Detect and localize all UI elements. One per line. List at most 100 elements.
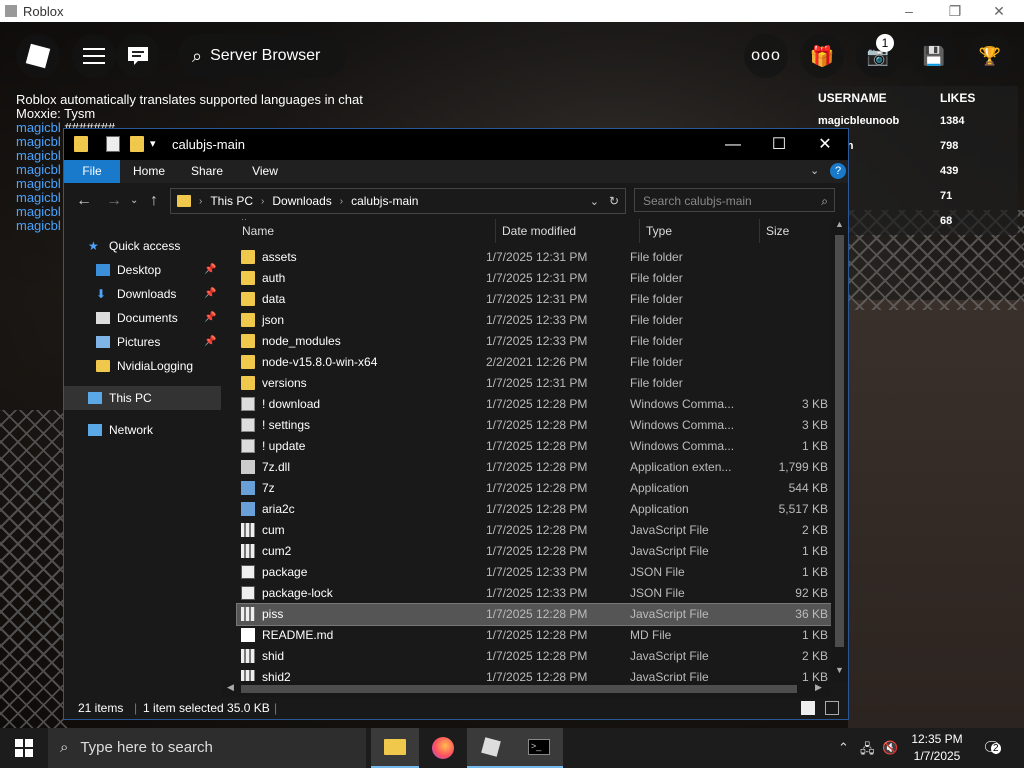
file-row[interactable]: json 1/7/2025 12:33 PM File folder: [237, 310, 831, 331]
scrollbar-thumb[interactable]: [835, 235, 844, 647]
customize-toolbar-icon[interactable]: ▾: [150, 137, 156, 150]
file-row[interactable]: shid2 1/7/2025 12:28 PM JavaScript File 1 K…: [237, 667, 831, 681]
file-row[interactable]: cum2 1/7/2025 12:28 PM JavaScript File 1 KB: [237, 541, 831, 562]
gift-button[interactable]: 🎁: [800, 34, 844, 78]
file-row[interactable]: node_modules 1/7/2025 12:33 PM File folder: [237, 331, 831, 352]
terminal-taskbar-button[interactable]: >_: [515, 728, 563, 768]
file-row[interactable]: package 1/7/2025 12:33 PM JSON File 1 KB: [237, 562, 831, 583]
nav-item-network[interactable]: Network: [64, 418, 221, 442]
scroll-right-icon[interactable]: ▶: [815, 682, 822, 693]
scroll-left-icon[interactable]: ◀: [227, 682, 234, 693]
file-row[interactable]: 7z.dll 1/7/2025 12:28 PM Application exten…: [237, 457, 831, 478]
details-view-icon[interactable]: [801, 701, 815, 715]
file-row[interactable]: 7z 1/7/2025 12:28 PM Application 544 KB: [237, 478, 831, 499]
tab-home[interactable]: Home: [126, 160, 172, 183]
file-row[interactable]: README.md 1/7/2025 12:28 PM MD File 1 KB: [237, 625, 831, 646]
explorer-title-bar[interactable]: ▾ calubjs-main — ☐ ✕: [64, 129, 848, 160]
chat-button[interactable]: [116, 34, 160, 78]
show-hidden-icons-icon[interactable]: ⌃: [838, 740, 849, 756]
close-button[interactable]: ✕: [976, 0, 1022, 22]
large-icons-view-icon[interactable]: [825, 701, 839, 715]
file-explorer-taskbar-button[interactable]: [371, 728, 419, 768]
up-icon[interactable]: ↑: [150, 192, 158, 210]
file-row[interactable]: package-lock 1/7/2025 12:33 PM JSON File 92…: [237, 583, 831, 604]
file-row[interactable]: shid 1/7/2025 12:28 PM JavaScript File 2 KB: [237, 646, 831, 667]
nav-item-downloads[interactable]: ⬇ Downloads 📌: [64, 282, 221, 306]
maximize-button[interactable]: ☐: [756, 129, 802, 160]
new-folder-icon[interactable]: [130, 136, 144, 152]
volume-muted-icon[interactable]: 🔇: [882, 740, 898, 756]
close-button[interactable]: ✕: [802, 129, 848, 160]
search-icon[interactable]: ⌕: [821, 189, 828, 213]
column-divider[interactable]: [639, 219, 640, 243]
file-size: 1 KB: [801, 670, 828, 681]
column-type[interactable]: Type: [646, 224, 672, 238]
address-bar[interactable]: › This PC › Downloads › calubjs-main ⌄ ↻: [170, 188, 626, 214]
breadcrumb-downloads[interactable]: Downloads: [272, 194, 331, 208]
column-divider[interactable]: [495, 219, 496, 243]
nav-item-quick-access[interactable]: ★ Quick access: [64, 234, 221, 258]
breadcrumb-separator-icon[interactable]: ›: [340, 196, 343, 207]
save-button[interactable]: 💾: [912, 34, 956, 78]
recent-locations-icon[interactable]: ⌄: [130, 195, 138, 206]
file-row[interactable]: versions 1/7/2025 12:31 PM File folder: [237, 373, 831, 394]
vertical-scrollbar[interactable]: ▲ ▼: [831, 219, 848, 681]
system-clock[interactable]: 12:35 PM 1/7/2025: [902, 731, 972, 765]
file-explorer-window[interactable]: ▾ calubjs-main — ☐ ✕ File Home Share Vie…: [63, 128, 849, 720]
ellipsis-icon: ooo: [751, 47, 781, 64]
file-row[interactable]: cum 1/7/2025 12:28 PM JavaScript File 2 KB: [237, 520, 831, 541]
network-icon[interactable]: 🖧: [860, 740, 875, 762]
help-icon[interactable]: ?: [830, 163, 846, 179]
tab-view[interactable]: View: [242, 160, 288, 183]
nav-item-this-pc[interactable]: This PC: [64, 386, 221, 410]
server-browser-button[interactable]: ⌕ Server Browser: [178, 34, 346, 78]
column-date[interactable]: Date modified: [502, 224, 576, 238]
file-row[interactable]: node-v15.8.0-win-x64 2/2/2021 12:26 PM Fil…: [237, 352, 831, 373]
file-row[interactable]: data 1/7/2025 12:31 PM File folder: [237, 289, 831, 310]
minimize-button[interactable]: –: [886, 0, 932, 22]
taskbar-search-input[interactable]: ⌕ Type here to search: [48, 728, 366, 768]
breadcrumb-this-pc[interactable]: This PC: [210, 194, 253, 208]
file-row[interactable]: auth 1/7/2025 12:31 PM File folder: [237, 268, 831, 289]
horizontal-scrollbar[interactable]: ◀ ▶: [221, 681, 831, 697]
roblox-menu-button[interactable]: [16, 34, 60, 78]
scroll-up-icon[interactable]: ▲: [835, 219, 844, 229]
firefox-taskbar-button[interactable]: [419, 728, 467, 768]
minimize-button[interactable]: —: [710, 129, 756, 160]
nav-item-nvidialogging[interactable]: NvidiaLogging: [64, 354, 221, 378]
column-size[interactable]: Size: [766, 224, 789, 238]
refresh-icon[interactable]: ↻: [609, 194, 619, 208]
nav-item-documents[interactable]: Documents 📌: [64, 306, 221, 330]
scroll-down-icon[interactable]: ▼: [835, 665, 844, 675]
notifications-button[interactable]: 🗨 2: [982, 738, 1002, 757]
nav-item-desktop[interactable]: Desktop 📌: [64, 258, 221, 282]
breadcrumb-separator-icon[interactable]: ›: [199, 196, 202, 207]
column-name[interactable]: Name: [242, 224, 274, 238]
expand-ribbon-icon[interactable]: ⌄: [810, 164, 819, 177]
column-divider[interactable]: [759, 219, 760, 243]
file-row[interactable]: ! settings 1/7/2025 12:28 PM Windows Comma…: [237, 415, 831, 436]
hamburger-menu-button[interactable]: [72, 34, 116, 78]
breadcrumb-current[interactable]: calubjs-main: [351, 194, 418, 208]
nav-item-pictures[interactable]: Pictures 📌: [64, 330, 221, 354]
forward-icon[interactable]: →: [106, 192, 122, 210]
breadcrumb-separator-icon[interactable]: ›: [261, 196, 264, 207]
file-row[interactable]: assets 1/7/2025 12:31 PM File folder: [237, 247, 831, 268]
leaderboard-button[interactable]: 🏆: [968, 34, 1012, 78]
maximize-button[interactable]: ❐: [932, 0, 978, 22]
file-row[interactable]: aria2c 1/7/2025 12:28 PM Application 5,517 …: [237, 499, 831, 520]
address-dropdown-icon[interactable]: ⌄: [590, 195, 599, 208]
tab-file[interactable]: File: [64, 160, 120, 183]
scrollbar-thumb[interactable]: [241, 685, 797, 693]
tab-share[interactable]: Share: [184, 160, 230, 183]
properties-icon[interactable]: [106, 136, 120, 152]
search-input[interactable]: Search calubjs-main ⌕: [634, 188, 835, 212]
file-row[interactable]: ! update 1/7/2025 12:28 PM Windows Comma..…: [237, 436, 831, 457]
roblox-taskbar-button[interactable]: [467, 728, 515, 768]
file-row[interactable]: ! download 1/7/2025 12:28 PM Windows Comma…: [237, 394, 831, 415]
back-icon[interactable]: ←: [76, 192, 92, 210]
more-button[interactable]: ooo: [744, 34, 788, 78]
start-button[interactable]: [0, 728, 48, 768]
search-placeholder: Search calubjs-main: [643, 194, 752, 208]
file-row[interactable]: piss 1/7/2025 12:28 PM JavaScript File 36 K…: [236, 603, 832, 626]
